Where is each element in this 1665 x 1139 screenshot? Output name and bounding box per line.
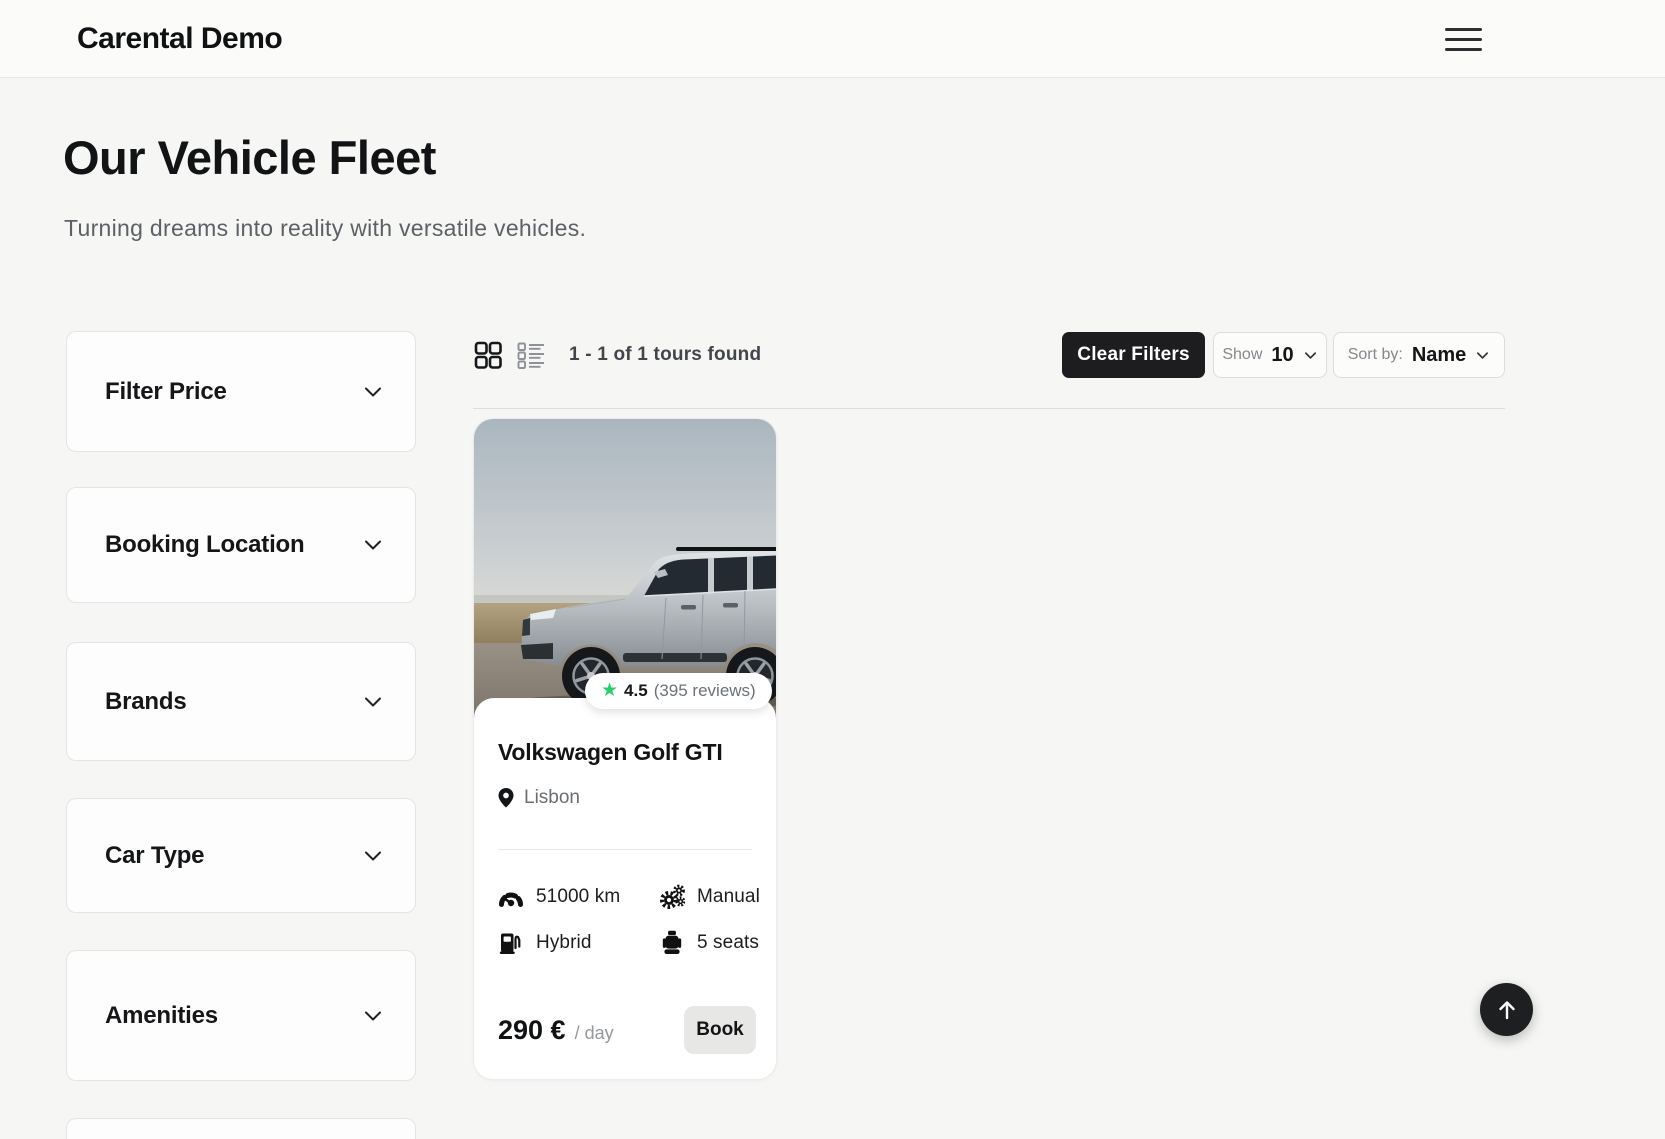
sort-label: Sort by: [1348,346,1403,364]
filter-card-price[interactable]: Filter Price [66,331,416,452]
spec-item-fuel: Hybrid [498,927,659,959]
price-value: 290 € [498,1015,566,1046]
filter-label: Brands [67,688,187,716]
card-divider [498,849,752,850]
results-count: 1 - 1 of 1 tours found [569,344,761,366]
spec-item-mileage: 51000 km [498,881,659,913]
sort-dropdown[interactable]: Sort by: Name [1333,332,1505,378]
map-pin-icon [496,787,516,809]
scroll-top-button[interactable] [1480,983,1533,1036]
show-value: 10 [1271,344,1293,367]
filter-label: Booking Location [67,531,304,559]
clear-filters-button[interactable]: Clear Filters [1062,332,1205,378]
show-label: Show [1222,346,1262,364]
chevron-down-icon [361,690,385,714]
grid-view-button[interactable] [473,340,503,370]
chevron-down-icon [1475,348,1490,363]
arrow-up-icon [1494,997,1520,1023]
menu-button[interactable] [1445,23,1482,55]
chevron-down-icon [361,1004,385,1028]
grid-icon [473,340,503,370]
filter-label: Amenities [67,1002,218,1030]
chevron-down-icon [361,533,385,557]
results-divider [473,408,1505,409]
list-icon [516,340,546,370]
spec-item-seats: 5 seats [659,927,760,959]
chevron-down-icon [1303,348,1318,363]
filter-card-booking-location[interactable]: Booking Location [66,487,416,603]
spec-label: 5 seats [697,932,759,954]
header: Carental Demo [0,0,1665,78]
location-label: Lisbon [524,787,580,809]
price-row: 290 € / day Book [498,1002,756,1058]
hamburger-icon [1445,28,1482,31]
sort-value: Name [1412,344,1466,367]
filter-card-amenities[interactable]: Amenities [66,950,416,1081]
filter-label: Filter Price [67,378,227,406]
show-dropdown[interactable]: Show 10 [1213,332,1327,378]
chevron-down-icon [361,380,385,404]
page-subtitle: Turning dreams into reality with versati… [64,215,586,242]
filter-card-brands[interactable]: Brands [66,642,416,761]
spec-label: Manual [697,886,760,908]
book-button[interactable]: Book [684,1006,756,1054]
hamburger-icon [1445,48,1482,51]
fuel-pump-icon [498,930,524,956]
rating-value: 4.5 [624,681,648,701]
spec-label: Hybrid [536,932,592,954]
star-icon: ★ [601,681,618,700]
specs-grid: 51000 km Manual [498,881,760,959]
filter-card-partial[interactable] [66,1118,416,1139]
list-view-button[interactable] [516,340,546,370]
page-title: Our Vehicle Fleet [63,130,436,185]
price-unit: / day [575,1023,614,1044]
car-card: ★ 4.5 (395 reviews) Volkswagen Golf GTI … [473,418,777,1080]
filter-label: Car Type [67,842,204,870]
gears-icon [659,884,685,910]
chevron-down-icon [361,844,385,868]
card-title: Volkswagen Golf GTI [498,739,723,766]
speedometer-icon [498,884,524,910]
spec-item-transmission: Manual [659,881,760,913]
spec-label: 51000 km [536,886,620,908]
filter-card-car-type[interactable]: Car Type [66,798,416,913]
hamburger-icon [1445,38,1482,41]
location-row: Lisbon [496,787,580,809]
price-cluster: 290 € / day [498,1015,614,1046]
car-seat-icon [659,930,685,956]
rating-badge: ★ 4.5 (395 reviews) [585,673,772,709]
page: Carental Demo Our Vehicle Fleet Turning … [0,0,1665,1139]
toolbar: 1 - 1 of 1 tours found Clear Filters Sho… [473,332,1505,378]
brand-logo: Carental Demo [77,22,282,56]
rating-reviews: (395 reviews) [654,681,756,701]
